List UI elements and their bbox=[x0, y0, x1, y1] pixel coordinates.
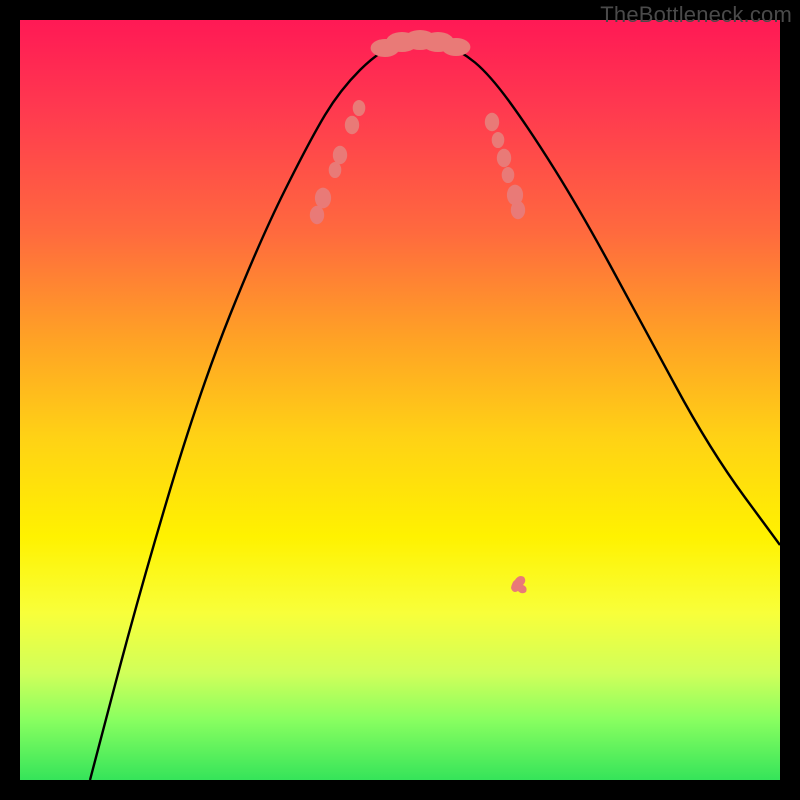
plot-area bbox=[20, 20, 780, 780]
right-marker-fuzz bbox=[511, 576, 527, 593]
marker-dot bbox=[333, 146, 347, 164]
chart-frame: TheBottleneck.com bbox=[0, 0, 800, 800]
marker-dot bbox=[497, 149, 511, 167]
markers-right bbox=[485, 113, 525, 219]
bottom-blob-cluster bbox=[371, 30, 471, 57]
marker-dot bbox=[345, 116, 359, 134]
marker-dot bbox=[502, 167, 515, 183]
bottleneck-curve bbox=[90, 39, 780, 780]
bottom-blob bbox=[442, 38, 471, 56]
marker-dot bbox=[492, 132, 505, 148]
marker-dot bbox=[507, 185, 523, 206]
marker-dot bbox=[310, 206, 324, 224]
watermark-text: TheBottleneck.com bbox=[600, 2, 792, 28]
curve-svg bbox=[20, 20, 780, 780]
marker-dot bbox=[315, 188, 331, 209]
marker-dot bbox=[485, 113, 499, 131]
markers-left bbox=[310, 100, 366, 224]
marker-dot bbox=[353, 100, 366, 116]
marker-dot bbox=[329, 162, 342, 178]
